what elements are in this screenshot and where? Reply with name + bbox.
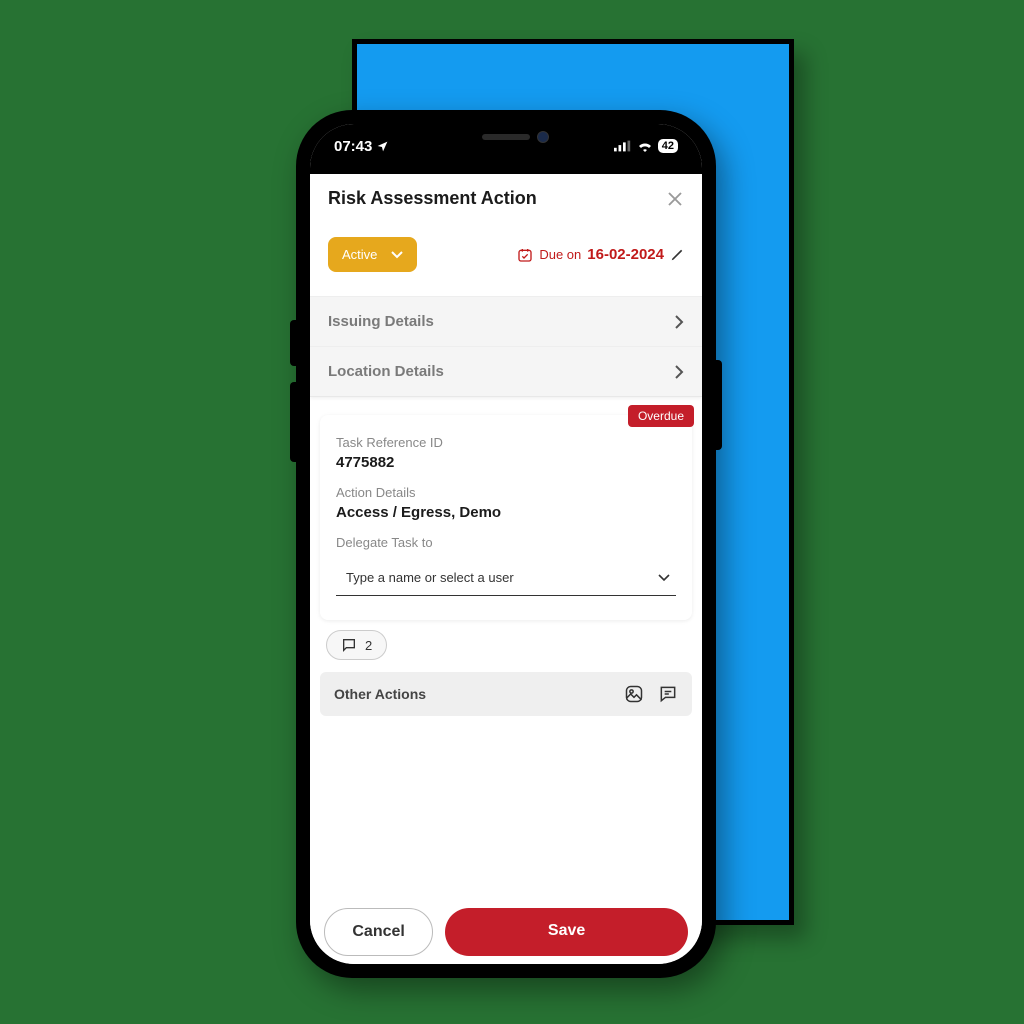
- chevron-right-icon: [674, 364, 684, 380]
- delegate-placeholder: Type a name or select a user: [346, 570, 514, 585]
- action-details-label: Action Details: [336, 485, 676, 500]
- comments-count: 2: [365, 638, 372, 653]
- pencil-icon[interactable]: [670, 248, 684, 262]
- cellular-signal-icon: [614, 140, 632, 152]
- status-dropdown[interactable]: Active: [328, 237, 417, 272]
- due-date-field[interactable]: Due on 16-02-2024: [517, 246, 684, 263]
- task-ref-value: 4775882: [336, 454, 676, 471]
- due-date-value: 16-02-2024: [587, 246, 664, 263]
- cancel-button[interactable]: Cancel: [324, 908, 433, 956]
- footer-actions: Cancel Save: [310, 898, 702, 964]
- other-actions-bar: Other Actions: [320, 672, 692, 716]
- location-arrow-icon: [376, 140, 389, 153]
- status-label: Active: [342, 247, 377, 262]
- page-title: Risk Assessment Action: [328, 188, 537, 209]
- chevron-down-icon: [658, 574, 670, 582]
- accordion-label: Location Details: [328, 363, 444, 380]
- delegate-label: Delegate Task to: [336, 535, 676, 550]
- comments-chip[interactable]: 2: [326, 630, 387, 660]
- wifi-icon: [637, 140, 653, 152]
- chevron-down-icon: [391, 251, 403, 259]
- accordion-label: Issuing Details: [328, 313, 434, 330]
- delegate-user-select[interactable]: Type a name or select a user: [336, 558, 676, 596]
- chat-icon[interactable]: [658, 684, 678, 704]
- accordion-location-details[interactable]: Location Details: [310, 346, 702, 397]
- screen: 07:43 42 Risk Assessment Action Active: [310, 124, 702, 964]
- modal-header: Risk Assessment Action: [310, 174, 702, 229]
- overdue-badge: Overdue: [628, 405, 694, 427]
- close-icon[interactable]: [666, 190, 684, 208]
- statusbar-time: 07:43: [334, 138, 372, 155]
- comment-icon: [341, 637, 357, 653]
- statusbar: 07:43 42: [310, 124, 702, 174]
- task-ref-label: Task Reference ID: [336, 435, 676, 450]
- task-card: Task Reference ID 4775882 Action Details…: [320, 415, 692, 620]
- other-actions-label: Other Actions: [334, 686, 426, 702]
- accordion-issuing-details[interactable]: Issuing Details: [310, 296, 702, 346]
- save-button[interactable]: Save: [445, 908, 688, 956]
- chevron-right-icon: [674, 314, 684, 330]
- battery-indicator: 42: [658, 139, 678, 153]
- action-details-value: Access / Egress, Demo: [336, 504, 676, 521]
- due-prefix: Due on: [539, 247, 581, 262]
- image-icon[interactable]: [624, 684, 644, 704]
- calendar-check-icon: [517, 247, 533, 263]
- phone-frame: 07:43 42 Risk Assessment Action Active: [296, 110, 716, 978]
